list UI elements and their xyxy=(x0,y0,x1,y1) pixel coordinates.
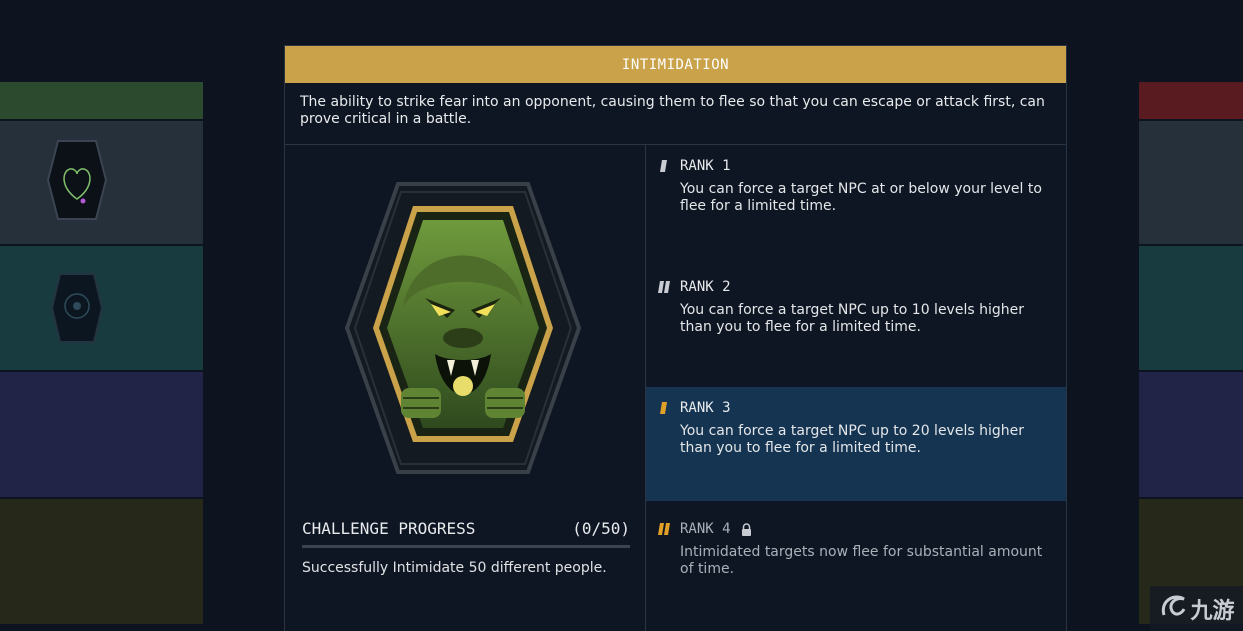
rank-1-tally-icon xyxy=(658,159,672,173)
rank-description: You can force a target NPC up to 10 leve… xyxy=(680,302,1024,335)
rank-label: RANK 4 xyxy=(680,521,731,537)
rank-description: You can force a target NPC at or below y… xyxy=(680,181,1042,214)
watermark-logo: 九游 xyxy=(1150,586,1243,631)
right-perk-column xyxy=(1139,0,1243,631)
category-strip-green xyxy=(0,82,203,119)
perk-description: The ability to strike fear into an oppon… xyxy=(285,83,1066,145)
heart-perk-icon xyxy=(46,139,108,221)
rank-description: You can force a target NPC up to 20 leve… xyxy=(680,423,1024,456)
category-strip-red xyxy=(1139,82,1243,119)
perk-tile[interactable] xyxy=(1139,121,1243,244)
perk-tile[interactable] xyxy=(0,372,203,497)
lock-icon xyxy=(741,522,752,536)
challenge-label: CHALLENGE PROGRESS xyxy=(302,519,476,538)
challenge-section: CHALLENGE PROGRESS (0/50) Successfully I… xyxy=(302,519,630,576)
challenge-description: Successfully Intimidate 50 different peo… xyxy=(302,560,607,576)
perk-detail-panel: INTIMIDATION The ability to strike fear … xyxy=(284,45,1067,631)
watermark-text: 九游 xyxy=(1190,598,1235,624)
target-perk-icon xyxy=(50,272,104,344)
perk-badge-column: CHALLENGE PROGRESS (0/50) Successfully I… xyxy=(285,145,646,631)
rank-description: Intimidated targets now flee for substan… xyxy=(680,544,1043,577)
perk-tile[interactable] xyxy=(1139,372,1243,497)
perk-tile[interactable] xyxy=(1139,246,1243,370)
gorilla-patch-icon xyxy=(343,178,583,478)
rank-2-tally-icon xyxy=(658,280,672,294)
rank-label: RANK 1 xyxy=(680,158,731,174)
perk-tile[interactable] xyxy=(0,499,203,624)
watermark-swirl-icon xyxy=(1158,591,1188,627)
rank-label: RANK 2 xyxy=(680,279,731,295)
rank-row-1[interactable]: RANK 1 You can force a target NPC at or … xyxy=(646,145,1066,259)
challenge-progress-bar xyxy=(302,545,630,548)
perk-title: INTIMIDATION xyxy=(285,46,1066,83)
rank-row-4[interactable]: RANK 4 Intimidated targets now flee for … xyxy=(646,508,1066,622)
rank-list: RANK 1 You can force a target NPC at or … xyxy=(646,145,1066,631)
perk-tile[interactable] xyxy=(0,246,203,370)
perk-tile[interactable] xyxy=(0,121,203,244)
rank-3-tally-icon xyxy=(658,401,672,415)
rank-row-2[interactable]: RANK 2 You can force a target NPC up to … xyxy=(646,266,1066,380)
rank-4-tally-icon xyxy=(658,522,672,536)
rank-row-3[interactable]: RANK 3 You can force a target NPC up to … xyxy=(646,387,1066,501)
left-perk-column xyxy=(0,0,203,631)
challenge-count: (0/50) xyxy=(572,519,630,538)
rank-label: RANK 3 xyxy=(680,400,731,416)
